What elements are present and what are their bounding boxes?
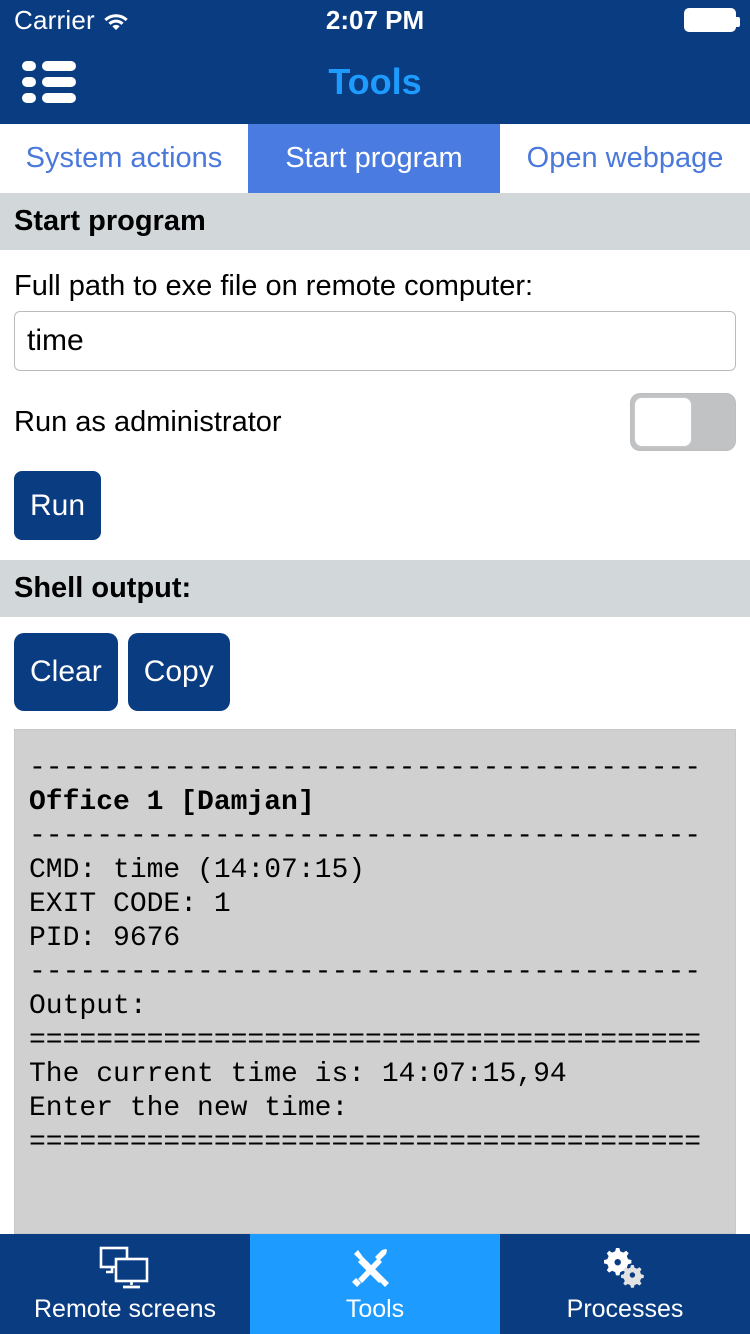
exe-path-input[interactable]: time	[14, 311, 736, 371]
run-as-administrator-row: Run as administrator	[14, 371, 736, 461]
navigation-bar: Tools	[0, 40, 750, 124]
copy-button[interactable]: Copy	[127, 633, 230, 711]
bulleted-list-icon	[22, 61, 76, 103]
segmented-control: System actions Start program Open webpag…	[0, 124, 750, 193]
tab-remote-screens-label: Remote screens	[33, 1294, 217, 1323]
shell-output-console-wrapper: ----------------------------------------…	[0, 729, 750, 1234]
tab-processes[interactable]: Processes	[500, 1234, 750, 1334]
tab-processes-label: Processes	[566, 1294, 684, 1323]
monitors-icon	[99, 1246, 149, 1288]
console-host-header: Office 1 [Damjan]	[29, 787, 315, 818]
console-pid-line: PID: 9676	[29, 923, 181, 954]
status-bar: Carrier 2:07 PM	[0, 0, 750, 40]
shell-output-console[interactable]: ----------------------------------------…	[14, 729, 736, 1234]
console-divider-equals-top: ========================================	[29, 1025, 702, 1056]
tab-tools-label: Tools	[345, 1294, 405, 1323]
hammer-wrench-icon	[352, 1248, 389, 1287]
shell-output-button-row: Clear Copy	[14, 617, 736, 729]
start-program-section-header: Start program	[0, 193, 750, 250]
console-output-line-1: The current time is: 14:07:15,94	[29, 1059, 567, 1090]
tab-remote-screens[interactable]: Remote screens	[0, 1234, 250, 1334]
shell-output-actions: Clear Copy	[0, 617, 750, 729]
tab-start-program[interactable]: Start program	[248, 124, 500, 193]
app-root: Carrier 2:07 PM Tools System actions Sta…	[0, 0, 750, 1334]
console-exit-code-line: EXIT CODE: 1	[29, 889, 231, 920]
run-button-row: Run	[14, 461, 736, 560]
run-as-administrator-toggle[interactable]	[630, 393, 736, 451]
page-title: Tools	[328, 61, 422, 102]
status-bar-clock: 2:07 PM	[325, 4, 425, 35]
console-divider-equals-bottom: ========================================	[29, 1127, 702, 1158]
bottom-tab-bar: Remote screens Tools Processes	[0, 1234, 750, 1334]
tab-system-actions[interactable]: System actions	[0, 124, 248, 193]
tab-tools[interactable]: Tools	[250, 1234, 500, 1334]
console-output-label: Output:	[29, 991, 147, 1022]
console-divider-third: ----------------------------------------	[29, 957, 702, 988]
run-button[interactable]: Run	[14, 471, 102, 540]
status-bar-right	[684, 8, 740, 32]
tab-open-webpage[interactable]: Open webpage	[500, 124, 750, 193]
shell-output-section-header: Shell output:	[0, 560, 750, 617]
clear-button[interactable]: Clear	[14, 633, 118, 711]
console-cmd-line: CMD: time (14:07:15)	[29, 855, 366, 886]
console-output-line-2: Enter the new time:	[29, 1093, 349, 1124]
start-program-form: Full path to exe file on remote computer…	[0, 250, 750, 560]
run-as-administrator-label: Run as administrator	[14, 405, 282, 438]
menu-button[interactable]	[16, 54, 82, 110]
battery-full-icon	[684, 8, 740, 32]
console-divider-top: ----------------------------------------	[29, 753, 702, 784]
gears-icon	[604, 1247, 644, 1288]
console-divider-second: ----------------------------------------	[29, 821, 702, 852]
toggle-knob	[634, 397, 692, 447]
exe-path-label: Full path to exe file on remote computer…	[14, 270, 534, 302]
